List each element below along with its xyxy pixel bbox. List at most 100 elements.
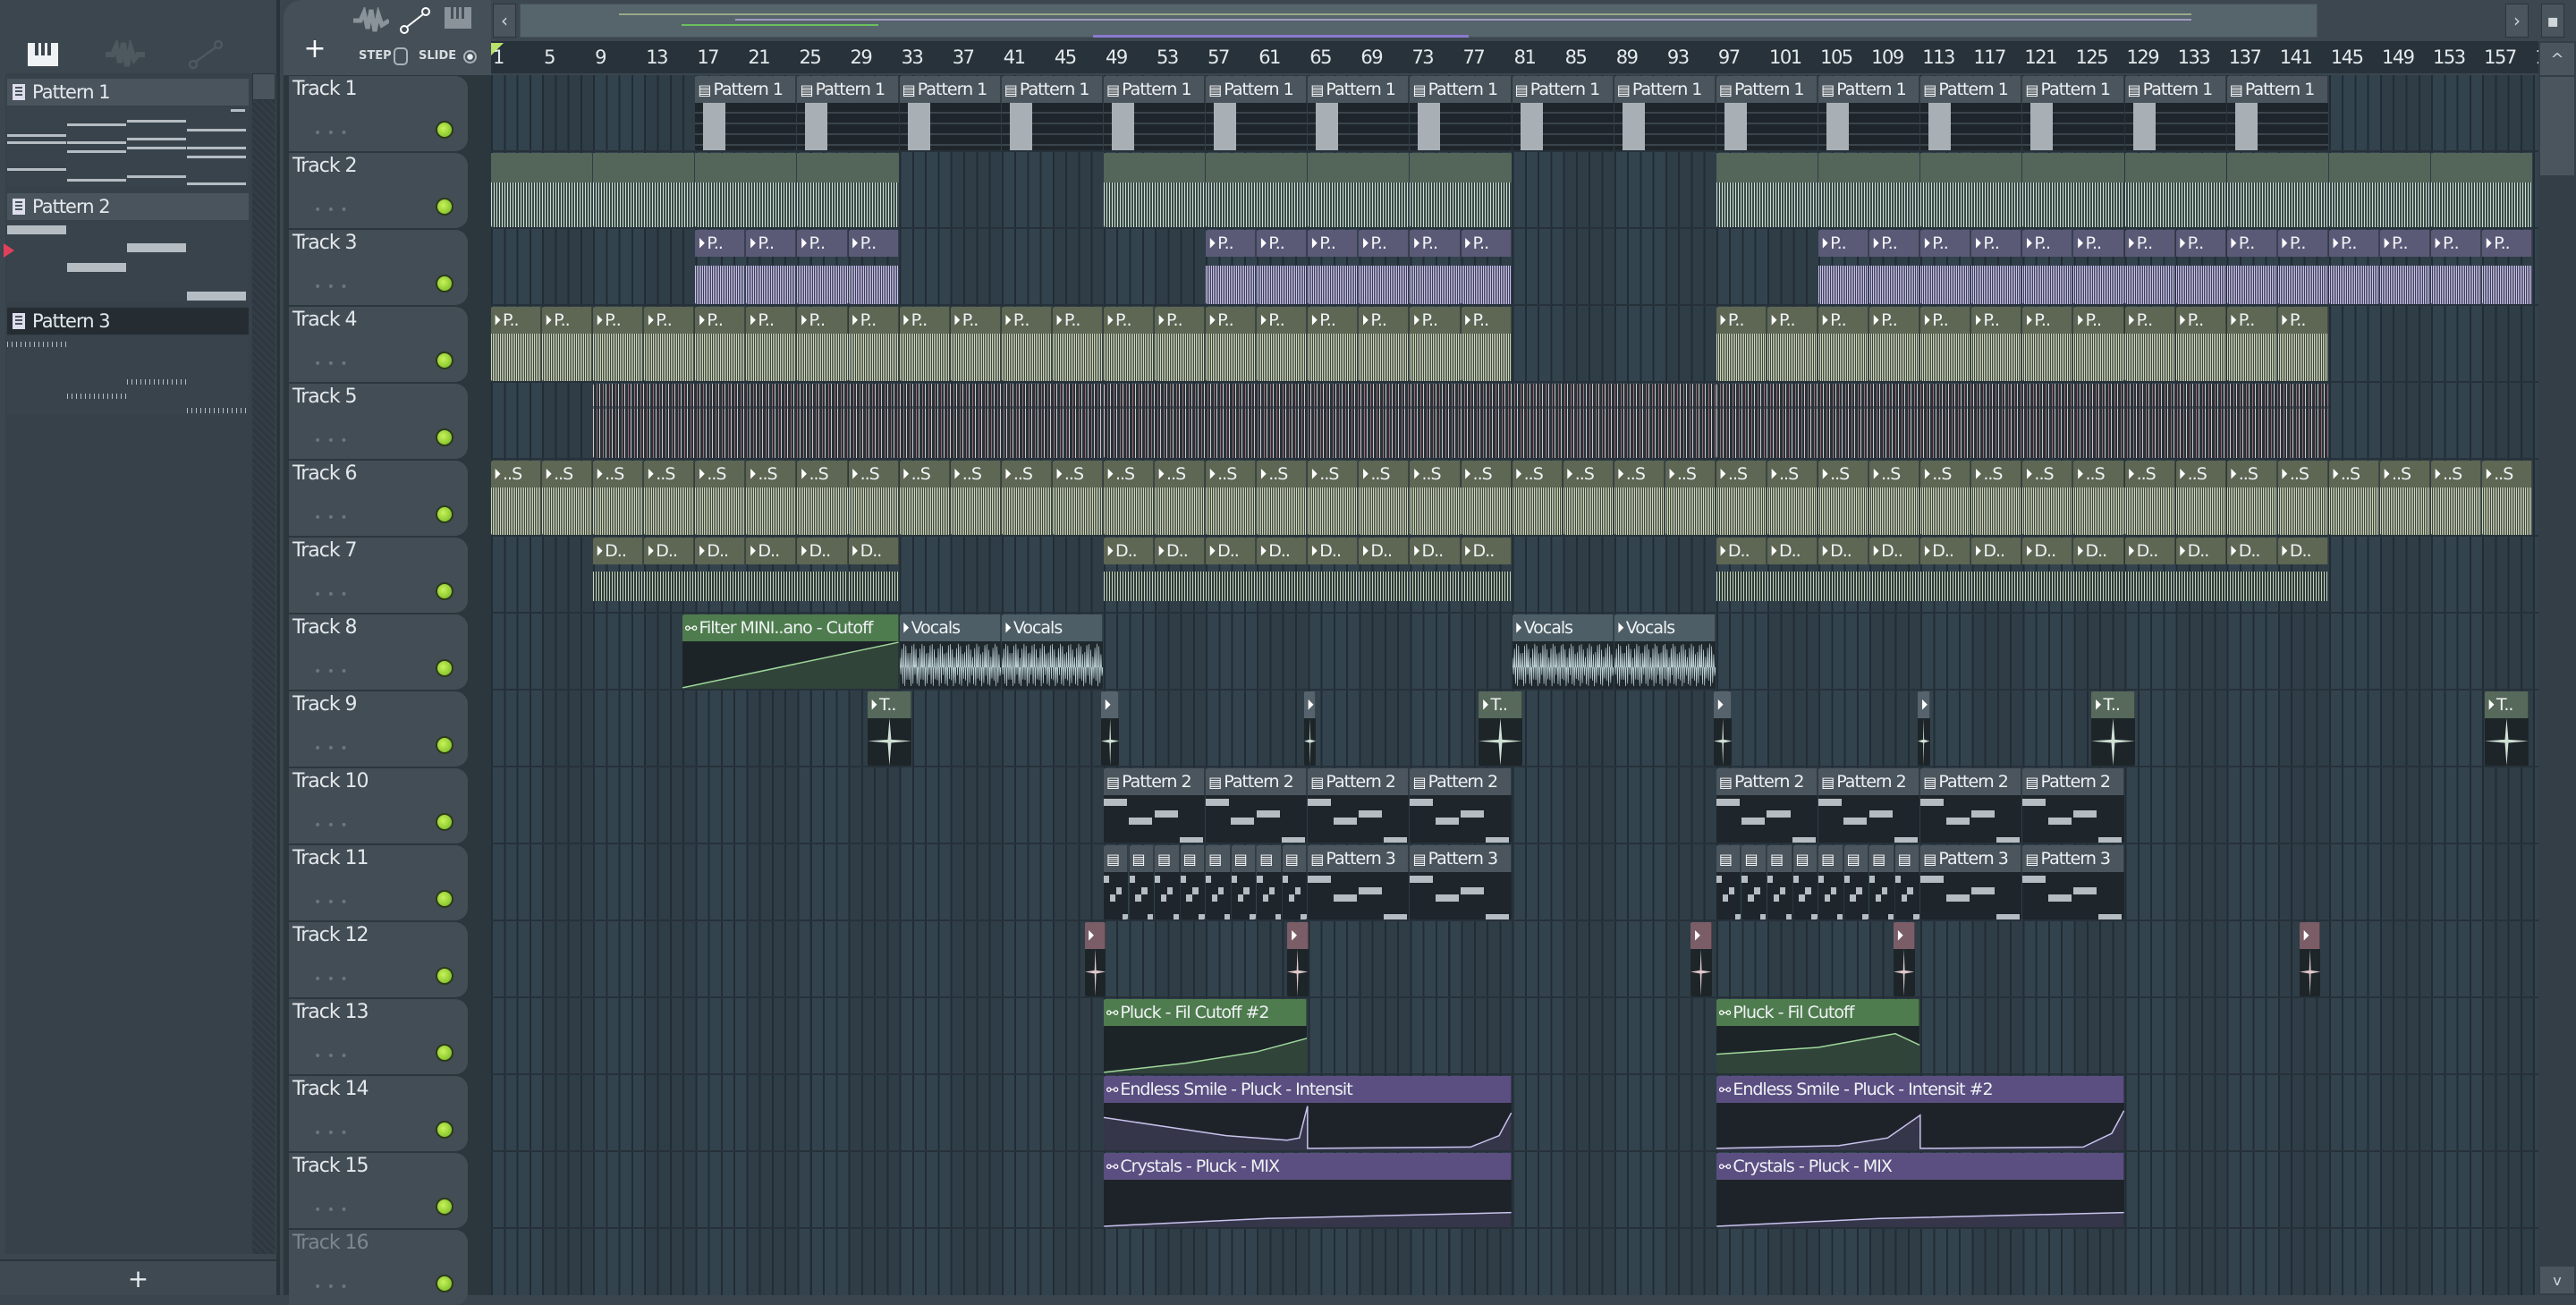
playlist-clip[interactable]: ▤ Pattern 1 — [1103, 76, 1206, 150]
playlist-clip[interactable]: ⏵ ..S — [593, 461, 644, 535]
clip-header[interactable]: ⏵ ..S — [1359, 461, 1410, 487]
clip-header[interactable]: ▤ Pattern 2 — [1920, 768, 2022, 795]
playlist-clip[interactable]: ▤ Pattern 2 — [1716, 768, 1818, 843]
playlist-clip[interactable] — [593, 384, 1103, 458]
playlist-clip[interactable] — [1308, 153, 1410, 227]
playlist-clip[interactable]: ⏵ P.. — [1155, 307, 1206, 381]
clip-header[interactable]: ⏵ P.. — [695, 230, 746, 257]
clip-header[interactable]: ⏵ P.. — [1359, 230, 1410, 257]
playlist-clip[interactable]: ⏵ ..S — [797, 461, 848, 535]
playlist-clip[interactable] — [1103, 384, 1716, 458]
clip-header[interactable]: ⏵ P.. — [1920, 307, 1971, 334]
playlist-clip[interactable]: ⏵ P.. — [542, 307, 593, 381]
playlist-clip[interactable]: ⏵ — [2300, 922, 2321, 996]
scroll-left-button[interactable]: ‹ — [493, 4, 516, 38]
playlist-clip[interactable]: ⏵ D.. — [848, 538, 899, 612]
playlist-clip[interactable]: ⏵ P.. — [2073, 230, 2124, 304]
clip-header[interactable]: ▤ Pattern 2 — [1818, 768, 1920, 795]
clip-header[interactable]: ⏵ P.. — [2022, 230, 2073, 257]
clip-header[interactable]: ⏵ ..S — [542, 461, 593, 487]
playlist-clip[interactable]: ⏵ D.. — [797, 538, 848, 612]
clip-header[interactable]: ⏵ ..S — [1052, 461, 1103, 487]
clip-header[interactable]: ⏵ ..S — [593, 461, 644, 487]
clip-header[interactable]: ⏵ ..S — [1614, 461, 1665, 487]
clip-header[interactable]: ⏵ D.. — [1869, 538, 1920, 564]
clip-header[interactable]: ▤ — [1206, 845, 1231, 872]
playlist-clip[interactable]: ▤ — [1767, 845, 1792, 919]
playlist-clip[interactable]: ▤ Pattern 2 — [1308, 768, 1410, 843]
track-mute-led[interactable] — [436, 582, 453, 600]
playlist-clip[interactable]: ⏵ D.. — [746, 538, 797, 612]
playlist-clip[interactable] — [593, 153, 695, 227]
track-mute-led[interactable] — [436, 1275, 453, 1292]
clip-header[interactable]: ▤ Pattern 1 — [1206, 76, 1308, 103]
clip-header[interactable]: ⏵ ..S — [644, 461, 695, 487]
clip-header[interactable]: ▤ Pattern 3 — [1410, 845, 1512, 872]
clip-header[interactable]: ⏵ D.. — [1716, 538, 1767, 564]
playlist-clip[interactable]: ▤ Pattern 3 — [2022, 845, 2124, 919]
playlist-clip[interactable]: ⏵ P.. — [1410, 230, 1461, 304]
playlist-clip[interactable]: ⏵ ..S — [695, 461, 746, 535]
playlist-clip[interactable]: ⏵ D.. — [1359, 538, 1410, 612]
playlist-clip[interactable]: ⏵ — [1690, 922, 1712, 996]
playlist-clip[interactable] — [1716, 384, 2328, 458]
playlist-clip[interactable]: ▤ Pattern 2 — [1103, 768, 1206, 843]
playlist-clip[interactable]: ⏵ ..S — [1767, 461, 1818, 535]
playlist-clip[interactable]: ⏵ ..S — [2226, 461, 2277, 535]
track-options-icon[interactable]: • • • — [314, 357, 349, 371]
track-options-icon[interactable]: • • • — [314, 972, 349, 987]
clip-header[interactable]: ⏵ Vocals — [1512, 614, 1614, 641]
track-header[interactable]: Track 3 • • • — [289, 230, 468, 305]
playlist-clip[interactable] — [1103, 153, 1206, 227]
clip-header[interactable]: ▤ — [1103, 845, 1129, 872]
playlist-clip[interactable]: ⏵ P.. — [1103, 307, 1155, 381]
clip-header[interactable]: ⏵ — [1303, 691, 1317, 718]
playlist-clip[interactable]: ⏵ P.. — [2226, 230, 2277, 304]
playlist-clip[interactable]: ▤ — [1155, 845, 1180, 919]
clip-header[interactable]: ⏵ ..S — [1920, 461, 1971, 487]
clip-header[interactable]: ⏵ ..S — [1767, 461, 1818, 487]
playlist-clip[interactable]: ⏵ P.. — [2022, 230, 2073, 304]
clip-header[interactable]: ⚯ Pluck - Fil Cutoff #2 — [1103, 999, 1308, 1026]
clip-header[interactable]: ⏵ D.. — [1971, 538, 2022, 564]
playlist-clip[interactable]: ▤ Pattern 1 — [1206, 76, 1308, 150]
playlist-clip[interactable]: ▤ Pattern 2 — [1920, 768, 2022, 843]
playlist-clip[interactable]: ⏵ P.. — [1257, 307, 1308, 381]
playlist-clip[interactable]: ⏵ ..S — [2482, 461, 2533, 535]
playlist-clip[interactable]: ⏵ P.. — [1869, 230, 1920, 304]
timeline-ruler[interactable]: 1 5 9 13 17 21 25 29 33 37 41 45 49 53 57 61 65 69 73 77 81 8… — [491, 41, 2557, 73]
playlist-clip[interactable]: ⏵ P.. — [2022, 307, 2073, 381]
playlist-clip[interactable]: ⏵ P.. — [2124, 307, 2175, 381]
clip-header[interactable]: ⏵ ..S — [797, 461, 848, 487]
track-options-icon[interactable]: • • • — [314, 665, 349, 679]
clip-header[interactable]: ⏵ P.. — [1257, 307, 1308, 334]
clip-header[interactable]: ▤ — [1792, 845, 1818, 872]
track-header[interactable]: Track 10 • • • — [289, 768, 468, 843]
playlist-clip[interactable]: ▤ — [1129, 845, 1155, 919]
playlist-clip[interactable]: ⏵ P.. — [1001, 307, 1052, 381]
playlist-clip[interactable]: ▤ Pattern 1 — [695, 76, 797, 150]
playlist-clip[interactable] — [797, 153, 899, 227]
playlist-clip[interactable]: ⏵ T.. — [2484, 691, 2529, 766]
clip-header[interactable]: ⏵ P.. — [542, 307, 593, 334]
clip-header[interactable]: ⏵ D.. — [2175, 538, 2226, 564]
clip-header[interactable]: ⏵ P.. — [950, 307, 1001, 334]
playlist-clip[interactable]: ⏵ ..S — [1716, 461, 1767, 535]
clip-header[interactable]: ▤ Pattern 1 — [1818, 76, 1920, 103]
playlist-clip[interactable]: ⏵ ..S — [2175, 461, 2226, 535]
clip-header[interactable]: ⏵ D.. — [797, 538, 848, 564]
playlist-clip[interactable]: ⏵ P.. — [2379, 230, 2431, 304]
clip-header[interactable]: ⏵ P.. — [1206, 307, 1257, 334]
playlist-clip[interactable]: ⏵ P.. — [950, 307, 1001, 381]
playlist-clip[interactable] — [2431, 153, 2533, 227]
playlist-clip[interactable]: ⏵ D.. — [1257, 538, 1308, 612]
track-header[interactable]: Track 14 • • • — [289, 1076, 468, 1151]
clip-header[interactable]: ⏵ T.. — [2484, 691, 2529, 718]
playlist-clip[interactable]: ⏵ ..S — [2073, 461, 2124, 535]
playlist-clip[interactable]: ⏵ — [1918, 691, 1930, 766]
track-header[interactable]: Track 16 • • • — [289, 1230, 468, 1305]
playlist-clip[interactable]: ⏵ P.. — [1206, 307, 1257, 381]
audio-clip-icon[interactable] — [98, 32, 152, 77]
clip-header[interactable]: ⏵ ..S — [950, 461, 1001, 487]
clip-header[interactable]: ▤ Pattern 1 — [2226, 76, 2328, 103]
